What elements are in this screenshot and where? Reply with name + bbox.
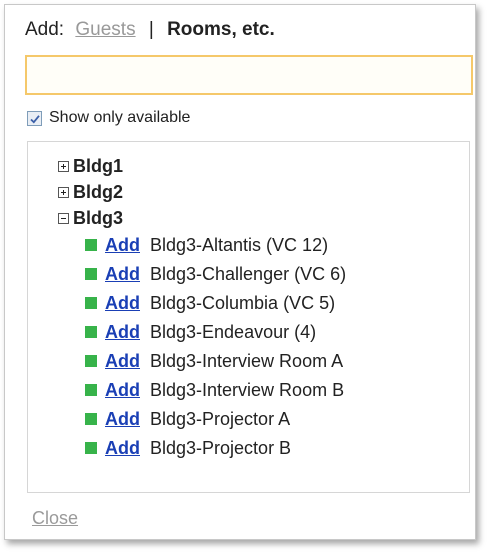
add-room-link[interactable]: Add [105, 438, 140, 459]
add-room-link[interactable]: Add [105, 351, 140, 372]
room-name: Bldg3-Projector B [150, 437, 292, 458]
available-status-icon [85, 326, 97, 338]
room-item: Add Bldg3-Challenger (VC 6) [85, 262, 346, 286]
tree-node-bldg2[interactable]: Bldg2 [58, 180, 123, 204]
available-status-icon [85, 297, 97, 309]
tree-node-bldg3[interactable]: Bldg3 [58, 206, 123, 230]
add-room-link[interactable]: Add [105, 235, 140, 256]
room-name: Bldg3-Interview Room B [150, 379, 345, 400]
show-only-available-label: Show only available [49, 109, 191, 126]
close-link[interactable]: Close [32, 508, 78, 529]
room-name: Bldg3-Altantis (VC 12) [150, 234, 329, 255]
rooms-tab-label: Rooms, etc. [167, 19, 275, 40]
add-rooms-dialog: Add: Guests | Rooms, etc. Show only avai… [4, 4, 476, 540]
available-status-icon [85, 442, 97, 454]
tree-node-label: Bldg2 [73, 181, 124, 202]
available-status-icon [85, 268, 97, 280]
room-item: Add Bldg3-Interview Room B [85, 378, 344, 402]
tree-node-label: Bldg1 [73, 155, 124, 176]
room-item: Add Bldg3-Columbia (VC 5) [85, 291, 335, 315]
add-room-link[interactable]: Add [105, 264, 140, 285]
room-item: Add Bldg3-Projector B [85, 436, 291, 460]
room-item: Add Bldg3-Altantis (VC 12) [85, 233, 328, 257]
add-room-link[interactable]: Add [105, 409, 140, 430]
dialog-header: Add: Guests | Rooms, etc. [25, 19, 275, 41]
room-name: Bldg3-Columbia (VC 5) [150, 292, 336, 313]
show-only-available-filter[interactable]: Show only available [27, 109, 190, 127]
add-label: Add: [25, 19, 65, 40]
add-room-link[interactable]: Add [105, 322, 140, 343]
tree-node-bldg1[interactable]: Bldg1 [58, 154, 123, 178]
tree-node-label: Bldg3 [73, 207, 124, 228]
room-search-input[interactable] [25, 55, 473, 95]
room-item: Add Bldg3-Projector A [85, 407, 290, 431]
room-item: Add Bldg3-Endeavour (4) [85, 320, 316, 344]
room-name: Bldg3-Challenger (VC 6) [150, 263, 347, 284]
available-status-icon [85, 355, 97, 367]
show-only-available-checkbox[interactable] [27, 110, 42, 126]
available-status-icon [85, 239, 97, 251]
add-room-link[interactable]: Add [105, 293, 140, 314]
room-name: Bldg3-Projector A [150, 408, 291, 429]
collapse-minus-icon[interactable] [58, 212, 69, 224]
guests-tab-link[interactable]: Guests [75, 19, 135, 40]
room-name: Bldg3-Endeavour (4) [150, 321, 317, 342]
room-name: Bldg3-Interview Room A [150, 350, 344, 371]
room-item: Add Bldg3-Interview Room A [85, 349, 343, 373]
expand-plus-icon[interactable] [58, 160, 69, 172]
header-separator: | [148, 19, 154, 40]
room-tree: Bldg1 Bldg2 Bldg3 Add Bldg3-Altantis (VC… [27, 141, 470, 493]
expand-plus-icon[interactable] [58, 186, 69, 198]
add-room-link[interactable]: Add [105, 380, 140, 401]
available-status-icon [85, 413, 97, 425]
available-status-icon [85, 384, 97, 396]
checkmark-icon [30, 114, 40, 124]
